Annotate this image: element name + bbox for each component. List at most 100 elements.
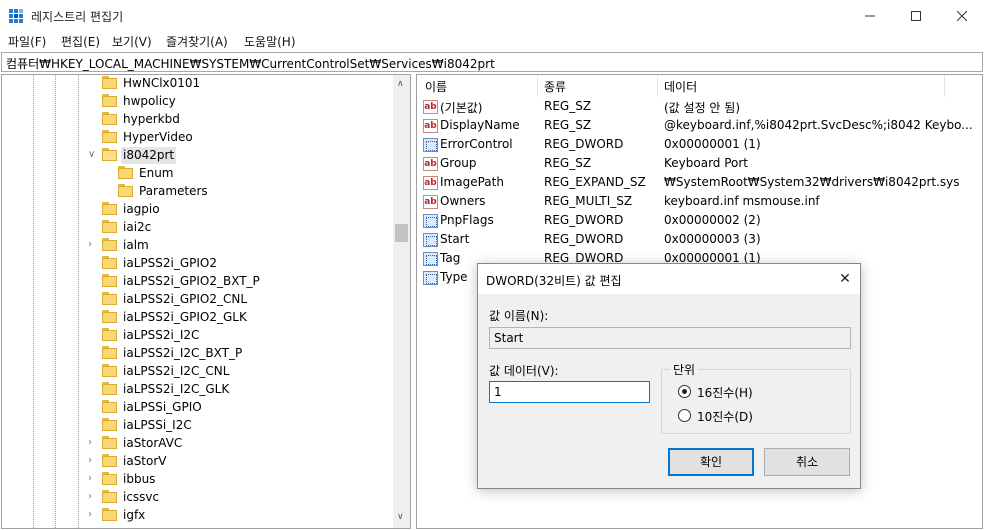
close-window-button[interactable] xyxy=(939,0,984,31)
value-data-input[interactable]: 1 xyxy=(489,381,650,403)
tree-item[interactable]: hwpolicy xyxy=(2,93,382,111)
tree-item[interactable]: iaLPSSi_GPIO xyxy=(2,399,382,417)
tree-item-label[interactable]: iai2c xyxy=(121,219,153,236)
decimal-radio[interactable] xyxy=(678,409,691,422)
value-row[interactable]: ab DisplayName REG_SZ @keyboard.inf,%i8042p… xyxy=(417,117,977,136)
tree-item-label[interactable]: iaLPSSi_I2C xyxy=(121,417,194,434)
tree-item-label[interactable]: Enum xyxy=(137,165,175,182)
chevron-right-icon[interactable]: › xyxy=(88,456,98,466)
tree-item[interactable]: iai2c xyxy=(2,219,382,237)
tree-item[interactable]: Enum xyxy=(2,165,382,183)
menu-view[interactable]: 보기(V) xyxy=(112,33,152,50)
tree-item-label[interactable]: iaLPSS2i_I2C_GLK xyxy=(121,381,231,398)
chevron-right-icon[interactable]: › xyxy=(88,474,98,484)
tree-item[interactable]: › igfx xyxy=(2,507,382,525)
dialog-close-icon[interactable]: ✕ xyxy=(836,270,854,288)
value-row[interactable]: ab Owners REG_MULTI_SZ keyboard.inf msmouse… xyxy=(417,193,977,212)
tree-item-label[interactable]: iaLPSS2i_I2C_BXT_P xyxy=(121,345,244,362)
tree-item[interactable]: iaLPSS2i_I2C_CNL xyxy=(2,363,382,381)
value-name: Tag xyxy=(440,251,461,265)
column-header-data[interactable]: 데이터 xyxy=(664,78,697,95)
tree-item-label[interactable]: iaLPSS2i_GPIO2_CNL xyxy=(121,291,249,308)
value-row[interactable]: Start REG_DWORD 0x00000003 (3) xyxy=(417,231,977,250)
tree-item[interactable]: iagpio xyxy=(2,201,382,219)
menu-favorites[interactable]: 즐겨찾기(A) xyxy=(166,33,228,50)
hex-radio[interactable] xyxy=(678,385,691,398)
tree-item[interactable]: iaLPSS2i_GPIO2_GLK xyxy=(2,309,382,327)
tree-item-label[interactable]: ialm xyxy=(121,237,151,254)
column-divider[interactable] xyxy=(657,75,658,97)
cancel-button[interactable]: 취소 xyxy=(764,448,850,476)
tree-item-label[interactable]: icssvc xyxy=(121,489,161,506)
tree-item-label[interactable]: Parameters xyxy=(137,183,210,200)
list-header: 이름 종류 데이터 xyxy=(417,75,982,97)
key-tree[interactable]: HwNClx0101 hwpolicy hyperkbd HyperVideo ∨ i80… xyxy=(1,74,411,529)
column-divider[interactable] xyxy=(537,75,538,97)
tree-item[interactable]: HyperVideo xyxy=(2,129,382,147)
tree-item[interactable]: iaLPSS2i_I2C_BXT_P xyxy=(2,345,382,363)
hex-radio-label[interactable]: 16진수(H) xyxy=(697,384,753,401)
tree-item[interactable]: › ibbus xyxy=(2,471,382,489)
tree-item-label[interactable]: iaLPSS2i_GPIO2_BXT_P xyxy=(121,273,262,290)
menu-edit[interactable]: 편집(E) xyxy=(61,33,100,50)
ok-button[interactable]: 확인 xyxy=(668,448,754,476)
window-title: 레지스트리 편집기 xyxy=(31,10,124,24)
chevron-right-icon[interactable]: › xyxy=(88,510,98,520)
column-header-name[interactable]: 이름 xyxy=(425,78,447,95)
tree-item[interactable]: › iaStorV xyxy=(2,453,382,471)
tree-item-label[interactable]: iaStorV xyxy=(121,453,169,470)
tree-item[interactable]: iaLPSSi_I2C xyxy=(2,417,382,435)
folder-icon xyxy=(102,238,117,252)
value-name: Start xyxy=(440,232,470,246)
tree-item-label[interactable]: iaLPSS2i_GPIO2 xyxy=(121,255,219,272)
chevron-right-icon[interactable]: › xyxy=(88,492,98,502)
tree-item-label[interactable]: hwpolicy xyxy=(121,93,178,110)
tree-item[interactable]: iaLPSS2i_GPIO2_CNL xyxy=(2,291,382,309)
minimize-icon xyxy=(865,15,875,16)
tree-item[interactable]: ∨ i8042prt xyxy=(2,147,382,165)
menu-help[interactable]: 도움말(H) xyxy=(244,33,296,50)
tree-item[interactable]: Parameters xyxy=(2,183,382,201)
tree-item-label[interactable]: iaLPSS2i_I2C_CNL xyxy=(121,363,231,380)
chevron-down-icon[interactable]: ∨ xyxy=(88,150,98,160)
chevron-right-icon[interactable]: › xyxy=(88,240,98,250)
tree-item-label[interactable]: HyperVideo xyxy=(121,129,195,146)
tree-item-label[interactable]: ibbus xyxy=(121,471,157,488)
scrollbar-thumb[interactable] xyxy=(395,224,408,242)
address-bar[interactable]: 컴퓨터₩HKEY_LOCAL_MACHINE₩SYSTEM₩CurrentCon… xyxy=(1,52,983,72)
value-name: Group xyxy=(440,156,477,170)
menu-file[interactable]: 파일(F) xyxy=(8,33,46,50)
tree-item-label[interactable]: iaLPSSi_GPIO xyxy=(121,399,204,416)
tree-item[interactable]: › icssvc xyxy=(2,489,382,507)
tree-item[interactable]: iaLPSS2i_GPIO2 xyxy=(2,255,382,273)
tree-item-label[interactable]: i8042prt xyxy=(121,147,177,164)
scroll-down-icon[interactable]: ∨ xyxy=(397,512,404,522)
tree-item[interactable]: iaLPSS2i_I2C_GLK xyxy=(2,381,382,399)
tree-item[interactable]: iaLPSS2i_I2C xyxy=(2,327,382,345)
tree-item-label[interactable]: iaLPSS2i_GPIO2_GLK xyxy=(121,309,249,326)
column-divider[interactable] xyxy=(944,75,945,97)
tree-item-label[interactable]: igfx xyxy=(121,507,147,524)
tree-item[interactable]: › iaStorAVC xyxy=(2,435,382,453)
tree-item[interactable]: HwNClx0101 xyxy=(2,75,382,93)
value-row[interactable]: ab ImagePath REG_EXPAND_SZ ₩SystemRoot₩Syst… xyxy=(417,174,977,193)
value-row[interactable]: ab Group REG_SZ Keyboard Port xyxy=(417,155,977,174)
tree-item[interactable]: iaLPSS2i_GPIO2_BXT_P xyxy=(2,273,382,291)
value-row[interactable]: PnpFlags REG_DWORD 0x00000002 (2) xyxy=(417,212,977,231)
chevron-right-icon[interactable]: › xyxy=(88,438,98,448)
tree-scrollbar[interactable]: ∧ ∨ xyxy=(393,75,410,528)
tree-item[interactable]: › ialm xyxy=(2,237,382,255)
tree-item-label[interactable]: iaStorAVC xyxy=(121,435,184,452)
column-header-type[interactable]: 종류 xyxy=(544,78,566,95)
tree-item-label[interactable]: iagpio xyxy=(121,201,162,218)
value-row[interactable]: ErrorControl REG_DWORD 0x00000001 (1) xyxy=(417,136,977,155)
tree-item-label[interactable]: iaLPSS2i_I2C xyxy=(121,327,201,344)
value-row[interactable]: ab (기본값) REG_SZ (값 설정 안 됨) xyxy=(417,98,977,117)
decimal-radio-label[interactable]: 10진수(D) xyxy=(697,408,753,425)
tree-item[interactable]: hyperkbd xyxy=(2,111,382,129)
tree-item-label[interactable]: hyperkbd xyxy=(121,111,182,128)
minimize-button[interactable] xyxy=(847,0,893,31)
maximize-button[interactable] xyxy=(893,0,939,31)
tree-item-label[interactable]: HwNClx0101 xyxy=(121,75,202,92)
scroll-up-icon[interactable]: ∧ xyxy=(397,79,404,89)
